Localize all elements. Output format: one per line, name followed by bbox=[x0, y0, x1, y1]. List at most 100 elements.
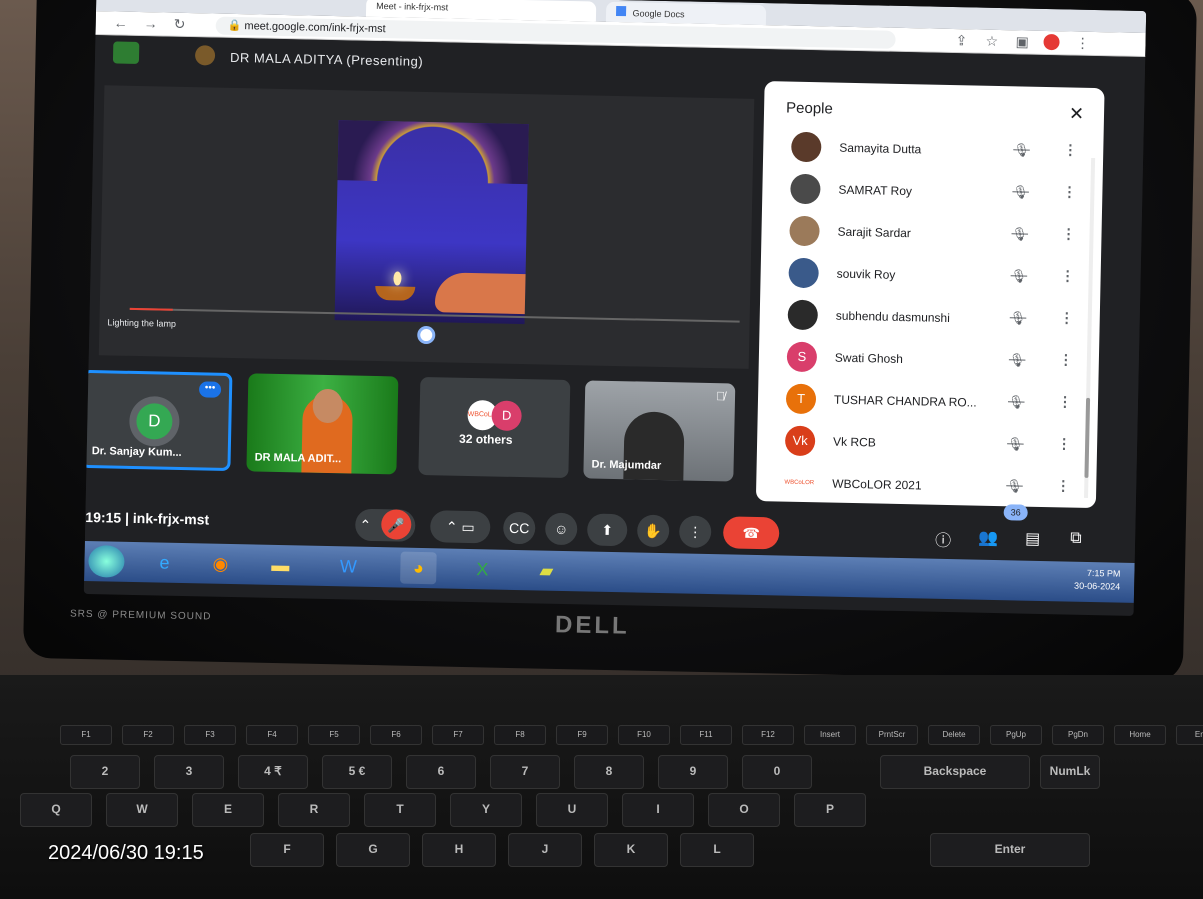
key[interactable]: J bbox=[508, 833, 582, 867]
key[interactable]: I bbox=[622, 793, 694, 827]
key[interactable]: F5 bbox=[308, 725, 360, 745]
more-vert-icon[interactable]: ⋮ bbox=[1060, 267, 1074, 284]
play-icon[interactable] bbox=[417, 325, 436, 345]
participant-row[interactable]: Samayita Dutta 🎙 ⋮ bbox=[783, 125, 1084, 171]
key[interactable]: T bbox=[364, 793, 436, 827]
key[interactable]: R bbox=[278, 793, 350, 827]
sidepanel-icon[interactable]: ▣ bbox=[1015, 33, 1029, 50]
key[interactable]: L bbox=[680, 833, 754, 867]
key[interactable]: F2 bbox=[122, 725, 174, 745]
start-button[interactable] bbox=[88, 545, 125, 578]
key[interactable]: F7 bbox=[432, 725, 484, 745]
key[interactable]: E bbox=[192, 793, 264, 827]
star-icon[interactable]: ☆ bbox=[985, 33, 998, 50]
mic-off-icon[interactable]: 🎙 bbox=[1009, 352, 1026, 368]
participant-row[interactable]: Vk Vk RCB 🎙 ⋮ bbox=[777, 419, 1078, 465]
profile-avatar[interactable] bbox=[1043, 33, 1060, 51]
key[interactable]: 7 bbox=[490, 755, 560, 789]
key[interactable]: 2 bbox=[70, 755, 140, 789]
participant-row[interactable]: souvik Roy 🎙 ⋮ bbox=[780, 251, 1081, 297]
key[interactable]: 0 bbox=[742, 755, 812, 789]
key[interactable]: F11 bbox=[680, 725, 732, 745]
key[interactable]: F10 bbox=[618, 725, 670, 745]
key[interactable]: Delete bbox=[928, 725, 980, 745]
word-icon[interactable]: W bbox=[330, 550, 367, 583]
key[interactable]: NumLk bbox=[1040, 755, 1100, 789]
key[interactable]: P bbox=[794, 793, 866, 827]
more-options-icon[interactable]: ••• bbox=[198, 381, 222, 398]
key[interactable]: H bbox=[422, 833, 496, 867]
more-vert-icon[interactable]: ⋮ bbox=[1063, 141, 1077, 158]
sticky-notes-icon[interactable]: ▰ bbox=[528, 554, 565, 587]
key[interactable]: Q bbox=[20, 793, 92, 827]
key[interactable]: O bbox=[708, 793, 780, 827]
scrollbar-thumb[interactable] bbox=[1084, 397, 1091, 478]
mic-off-icon[interactable]: 🎙 bbox=[1006, 478, 1023, 494]
more-vert-icon[interactable]: ⋮ bbox=[1060, 309, 1074, 326]
key[interactable]: F6 bbox=[370, 725, 422, 745]
participant-row[interactable]: subhendu dasmunshi 🎙 ⋮ bbox=[779, 293, 1080, 339]
chat-icon[interactable]: ▤ bbox=[1025, 529, 1041, 549]
key[interactable]: F12 bbox=[742, 725, 794, 745]
system-clock[interactable]: 7:15 PM 30-06-2024 bbox=[1074, 567, 1121, 594]
participant-row[interactable]: S Swati Ghosh 🎙 ⋮ bbox=[779, 335, 1080, 381]
file-explorer-icon[interactable]: ▬ bbox=[262, 549, 299, 582]
key[interactable]: PrntScr bbox=[866, 725, 918, 745]
menu-icon[interactable]: ⋮ bbox=[1075, 35, 1089, 52]
key[interactable]: 9 bbox=[658, 755, 728, 789]
key[interactable]: End bbox=[1176, 725, 1203, 745]
close-icon[interactable]: ✕ bbox=[1069, 103, 1085, 124]
mic-off-icon[interactable]: 🎙 bbox=[1012, 184, 1029, 200]
key[interactable]: Enter bbox=[930, 833, 1090, 867]
forward-icon[interactable]: → bbox=[144, 15, 158, 31]
back-icon[interactable]: ← bbox=[114, 14, 128, 30]
more-vert-icon[interactable]: ⋮ bbox=[1058, 393, 1072, 410]
more-vert-icon[interactable]: ⋮ bbox=[1056, 477, 1070, 494]
more-vert-icon[interactable]: ⋮ bbox=[1061, 225, 1075, 242]
media-player-icon[interactable]: ◉ bbox=[202, 547, 239, 580]
scrollbar[interactable] bbox=[1084, 157, 1096, 498]
participant-tile[interactable]: 🎙̸ Dr. Majumdar bbox=[583, 380, 736, 482]
info-icon[interactable]: ⓘ bbox=[935, 527, 952, 551]
key[interactable]: F4 bbox=[246, 725, 298, 745]
key[interactable]: F9 bbox=[556, 725, 608, 745]
emoji-button[interactable]: ☺ bbox=[544, 512, 578, 546]
more-vert-icon[interactable]: ⋮ bbox=[1059, 351, 1073, 368]
share-icon[interactable]: ⇪ bbox=[955, 32, 967, 49]
others-tile[interactable]: WBCoLOR D 32 others bbox=[418, 376, 571, 479]
key[interactable]: 6 bbox=[406, 755, 476, 789]
more-vert-icon[interactable]: ⋮ bbox=[1062, 183, 1076, 200]
key[interactable]: U bbox=[536, 793, 608, 827]
participant-tile[interactable]: DR MALA ADIT... bbox=[246, 373, 399, 475]
captions-button[interactable]: CC bbox=[502, 511, 536, 545]
mic-off-icon[interactable]: 🎙 bbox=[1010, 268, 1027, 284]
key[interactable]: Home bbox=[1114, 725, 1166, 745]
key[interactable]: Backspace bbox=[880, 755, 1030, 789]
key[interactable]: PgUp bbox=[990, 725, 1042, 745]
participant-row[interactable]: Sarajit Sardar 🎙 ⋮ bbox=[781, 209, 1082, 255]
camera-toggle[interactable]: ⌃ ▭ bbox=[429, 510, 491, 544]
key[interactable]: G bbox=[336, 833, 410, 867]
key[interactable]: 8 bbox=[574, 755, 644, 789]
raise-hand-button[interactable]: ✋ bbox=[636, 514, 670, 548]
participant-tile[interactable]: D ••• Dr. Sanjay Kum... bbox=[83, 369, 233, 471]
present-button[interactable]: ⬆ bbox=[586, 513, 628, 547]
key[interactable]: 4 ₹ bbox=[238, 755, 308, 789]
more-options-button[interactable]: ⋮ bbox=[678, 515, 712, 549]
key[interactable]: 3 bbox=[154, 755, 224, 789]
reload-icon[interactable]: ↻ bbox=[174, 16, 186, 33]
key[interactable]: F3 bbox=[184, 725, 236, 745]
key[interactable]: Insert bbox=[804, 725, 856, 745]
key[interactable]: F1 bbox=[60, 725, 112, 745]
key[interactable]: 5 € bbox=[322, 755, 392, 789]
key[interactable]: W bbox=[106, 793, 178, 827]
mic-off-icon[interactable]: 🎙 bbox=[1008, 394, 1025, 410]
key[interactable]: PgDn bbox=[1052, 725, 1104, 745]
chrome-icon[interactable]: ◕ bbox=[400, 551, 437, 585]
excel-icon[interactable]: X bbox=[464, 553, 501, 586]
activities-icon[interactable]: ⧉ bbox=[1070, 530, 1082, 548]
internet-explorer-icon[interactable]: e bbox=[146, 546, 183, 579]
people-icon[interactable]: 👥 bbox=[978, 528, 998, 548]
more-vert-icon[interactable]: ⋮ bbox=[1057, 435, 1071, 452]
leave-call-button[interactable]: ☎ bbox=[722, 516, 780, 550]
